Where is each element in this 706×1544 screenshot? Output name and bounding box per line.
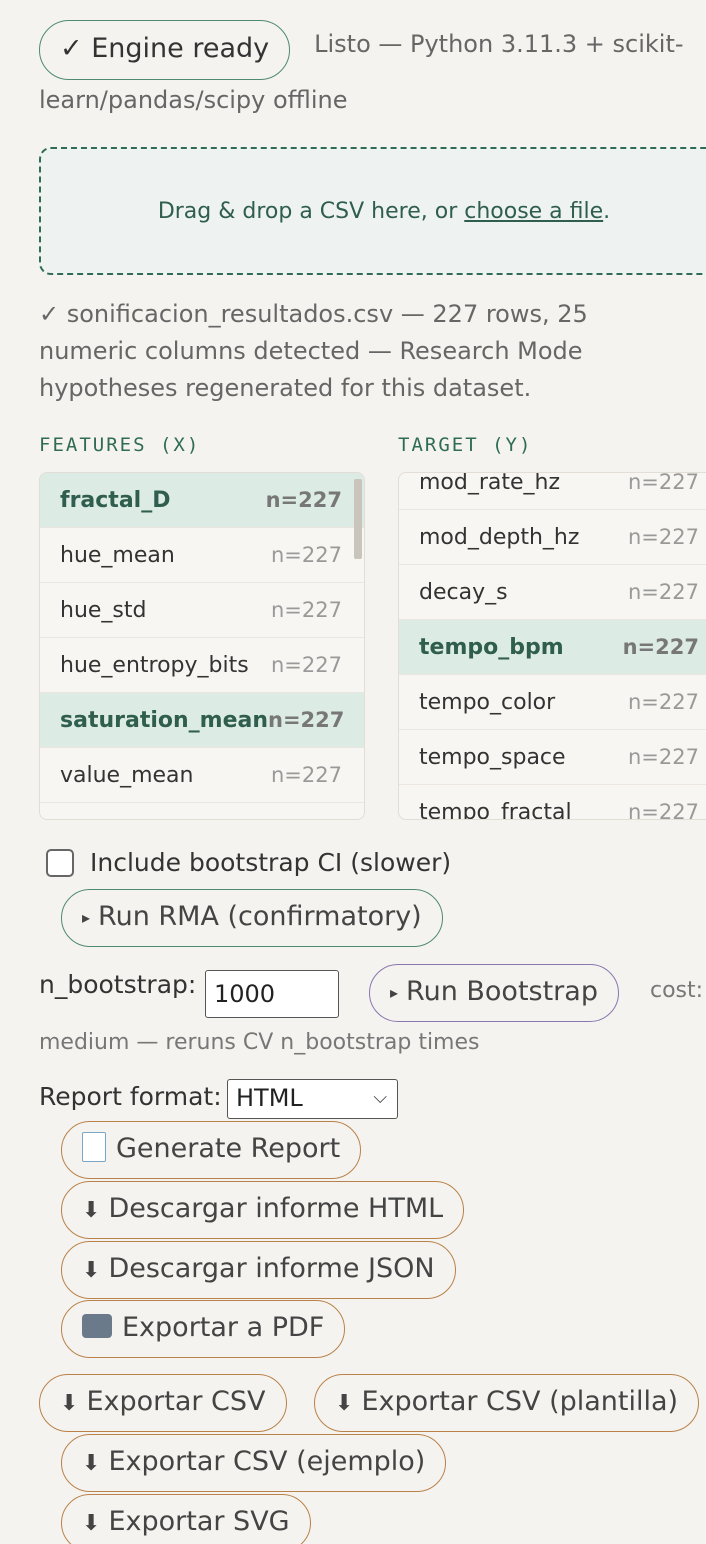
- target-label: TARGET (Y): [398, 434, 533, 456]
- engine-ready-badge: ✓ Engine ready: [39, 20, 291, 80]
- file-info: ✓ sonificacion_resultados.csv — 227 rows…: [39, 300, 588, 402]
- engine-status: ✓ Engine ready Listo — Python 3.11.3 + sc…: [39, 20, 699, 114]
- target-option[interactable]: mod_rate_hz n=227: [399, 472, 706, 510]
- features-option[interactable]: hue_entropy_bits n=227: [40, 638, 364, 693]
- features-option-count: n=227: [271, 598, 342, 622]
- download-html-button[interactable]: ⬇ Descargar informe HTML: [61, 1181, 465, 1239]
- export-pdf-label: Exportar a PDF: [122, 1312, 325, 1343]
- features-option-name: hue_mean: [60, 542, 175, 568]
- features-option-name: hue_entropy_bits: [60, 652, 249, 678]
- features-option-count: n=227: [268, 708, 345, 732]
- features-option[interactable]: fractal_D n=227: [40, 473, 364, 528]
- download-icon: ⬇: [60, 1391, 79, 1416]
- target-listbox[interactable]: mod_rate_hz n=227 mod_depth_hz n=227 decay_s…: [398, 472, 706, 820]
- target-option-name: tempo_space: [419, 744, 566, 770]
- target-option-name: mod_depth_hz: [419, 524, 580, 550]
- generate-report-button[interactable]: Generate Report: [61, 1121, 362, 1179]
- features-option[interactable]: saturation_mean n=227: [40, 693, 364, 748]
- target-option[interactable]: decay_s n=227: [399, 565, 706, 620]
- features-option-name: fractal_D: [60, 487, 171, 513]
- features-option-name: value_mean: [60, 762, 194, 788]
- export-csv-example-button[interactable]: ⬇ Exportar CSV (ejemplo): [61, 1434, 447, 1492]
- export-csv-label: Exportar CSV: [86, 1386, 266, 1417]
- choose-file-link[interactable]: choose a file: [464, 199, 603, 224]
- export-csv-example-label: Exportar CSV (ejemplo): [108, 1446, 426, 1477]
- run-bootstrap-button[interactable]: ▸ Run Bootstrap: [369, 964, 619, 1022]
- dropzone-text: Drag & drop a CSV here, or: [157, 198, 465, 224]
- features-option-count: n=227: [265, 488, 342, 512]
- target-option[interactable]: mod_depth_hz n=227: [399, 510, 706, 565]
- features-option[interactable]: hue_std n=227: [40, 583, 364, 638]
- download-icon: ⬇: [82, 1258, 101, 1283]
- export-csv-template-button[interactable]: ⬇ Exportar CSV (plantilla): [314, 1374, 700, 1432]
- target-option-count: n=227: [628, 800, 699, 820]
- export-csv-button[interactable]: ⬇ Exportar CSV: [39, 1374, 287, 1432]
- target-option-count: n=227: [622, 635, 699, 659]
- report-format-label: Report format:: [39, 1082, 222, 1111]
- bootstrap-ci-checkbox[interactable]: [46, 848, 74, 877]
- target-option-name: decay_s: [419, 579, 508, 605]
- features-listbox[interactable]: fractal_D n=227 hue_mean n=227 hue_std n=227 h…: [39, 472, 365, 820]
- target-option[interactable]: tempo_color n=227: [399, 675, 706, 730]
- download-json-label: Descargar informe JSON: [108, 1253, 435, 1284]
- download-icon: ⬇: [82, 1198, 101, 1223]
- export-pdf-button[interactable]: Exportar a PDF: [61, 1300, 346, 1358]
- target-option[interactable]: tempo_bpm n=227: [399, 620, 706, 675]
- document-icon: [82, 1131, 106, 1162]
- run-bootstrap-label: Run Bootstrap: [406, 976, 598, 1007]
- download-json-button[interactable]: ⬇ Descargar informe JSON: [61, 1241, 456, 1299]
- play-icon: ▸: [390, 982, 399, 1002]
- target-option-count: n=227: [628, 690, 699, 714]
- download-html-label: Descargar informe HTML: [108, 1193, 444, 1224]
- download-icon: ⬇: [82, 1451, 101, 1476]
- run-rma-button[interactable]: ▸ Run RMA (confirmatory): [61, 889, 443, 947]
- bootstrap-cost: cost:: [650, 978, 704, 1003]
- target-option-count: n=227: [628, 472, 699, 494]
- target-option-count: n=227: [628, 745, 699, 769]
- features-option-name: hue_std: [60, 597, 147, 623]
- bootstrap-cost-detail: medium — reruns CV n_bootstrap times: [39, 1030, 480, 1055]
- features-option[interactable]: hue_mean n=227: [40, 528, 364, 583]
- printer-icon: [82, 1313, 112, 1338]
- report-format-select[interactable]: HTML ⌵: [227, 1079, 398, 1119]
- bootstrap-ci-option[interactable]: Include bootstrap CI (slower): [46, 848, 451, 877]
- chevron-down-icon: ⌵: [373, 1087, 387, 1108]
- target-option[interactable]: tempo_fractal n=227: [399, 785, 706, 820]
- features-option-count: n=227: [271, 653, 342, 677]
- status-message-continued: learn/pandas/scipy offline: [39, 86, 348, 114]
- generate-report-label: Generate Report: [116, 1133, 341, 1164]
- report-format-value: HTML: [236, 1084, 303, 1112]
- target-option-count: n=227: [628, 580, 699, 604]
- play-icon: ▸: [82, 907, 91, 927]
- features-option-name: saturation_mean: [60, 707, 269, 733]
- target-option[interactable]: tempo_space n=227: [399, 730, 706, 785]
- target-option-name: tempo_fractal: [419, 799, 572, 820]
- export-svg-label: Exportar SVG: [108, 1506, 290, 1537]
- page: ✓ Engine ready Listo — Python 3.11.3 + sc…: [0, 0, 706, 1544]
- download-icon: ⬇: [82, 1511, 101, 1536]
- target-option-name: mod_rate_hz: [419, 472, 561, 495]
- n-bootstrap-input[interactable]: 1000: [205, 970, 339, 1018]
- download-icon: ⬇: [335, 1391, 354, 1416]
- export-svg-button[interactable]: ⬇ Exportar SVG: [61, 1494, 311, 1544]
- export-csv-template-label: Exportar CSV (plantilla): [361, 1386, 679, 1417]
- features-label: FEATURES (X): [39, 434, 201, 456]
- target-option-name: tempo_color: [419, 689, 556, 715]
- status-message: Listo — Python 3.11.3 + scikit-: [314, 30, 684, 58]
- csv-dropzone[interactable]: Drag & drop a CSV here, or choose a file…: [39, 147, 706, 275]
- target-option-name: tempo_bpm: [419, 634, 564, 660]
- features-scrollbar[interactable]: [354, 479, 362, 559]
- features-option-count: n=227: [271, 543, 342, 567]
- bootstrap-ci-label: Include bootstrap CI (slower): [90, 848, 452, 877]
- run-rma-label: Run RMA (confirmatory): [98, 901, 422, 932]
- dropzone-period: .: [603, 198, 611, 224]
- n-bootstrap-label: n_bootstrap:: [39, 970, 197, 999]
- features-option-count: n=227: [271, 763, 342, 787]
- target-option-count: n=227: [628, 525, 699, 549]
- features-option[interactable]: value_mean n=227: [40, 748, 364, 803]
